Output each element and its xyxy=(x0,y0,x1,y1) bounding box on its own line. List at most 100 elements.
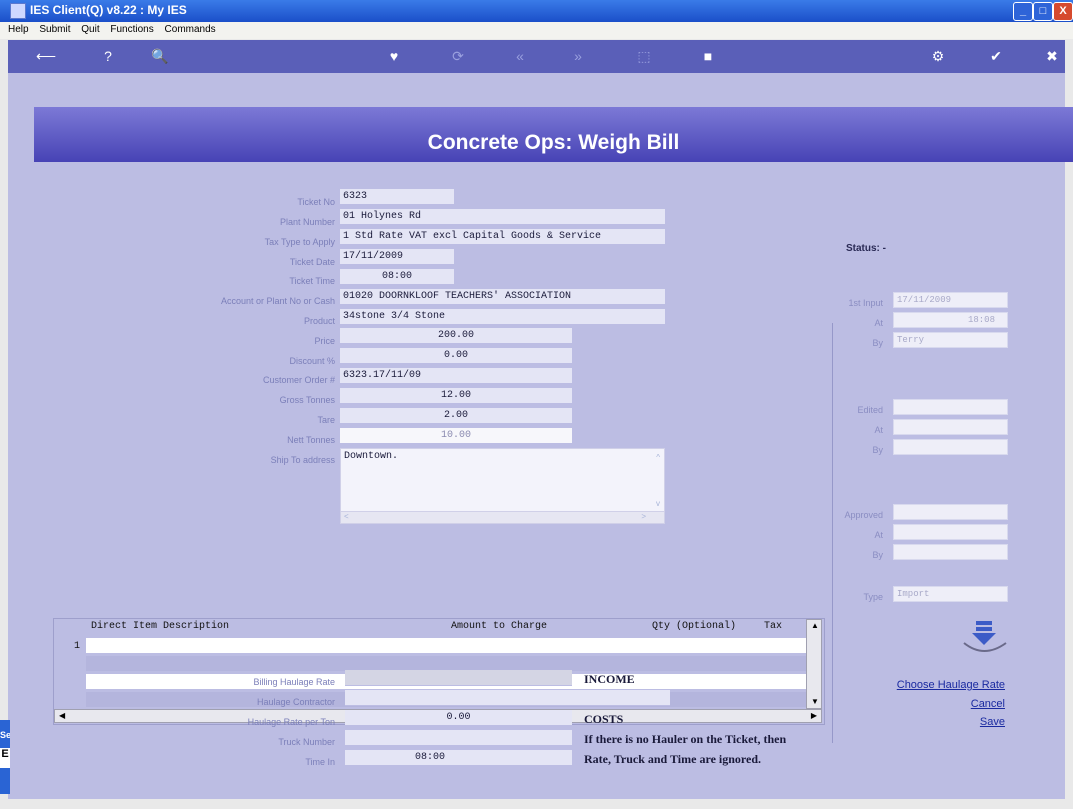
grid-vertical-scrollbar[interactable]: ▲ ▼ xyxy=(806,619,822,709)
maximize-button[interactable]: □ xyxy=(1033,2,1053,21)
haulage-contractor-field[interactable] xyxy=(345,690,670,706)
ticket-date-field[interactable]: 17/11/2009 xyxy=(340,249,454,265)
edited-by-field xyxy=(893,439,1008,455)
product-field[interactable]: 34stone 3/4 Stone xyxy=(340,309,665,325)
grid-scroll-right-icon[interactable]: ▶ xyxy=(811,711,817,720)
window-title: IES Client(Q) v8.22 : My IES xyxy=(30,3,187,17)
account-field[interactable]: 01020 DOORNKLOOF TEACHERS' ASSOCIATION xyxy=(340,289,665,305)
haulage-contractor-label: Haulage Contractor xyxy=(256,697,335,707)
favorite-icon[interactable]: ♥ xyxy=(384,48,404,64)
page-icon[interactable]: ⬚ xyxy=(634,48,654,64)
menu-functions[interactable]: Functions xyxy=(110,24,153,35)
ship-to-label: Ship To address xyxy=(270,455,335,465)
first-input-label: 1st Input xyxy=(848,298,883,308)
ticket-time-field[interactable]: 08:00 xyxy=(340,269,454,285)
plant-number-label: Plant Number xyxy=(279,217,335,227)
tare-field[interactable]: 2.00 xyxy=(340,408,572,424)
back-key-icon[interactable]: ⟵ xyxy=(36,48,56,64)
settings-icon[interactable]: ⚙ xyxy=(928,48,948,64)
approved-at-field xyxy=(893,524,1008,540)
billing-haulage-rate-label: Billing Haulage Rate xyxy=(253,677,335,687)
truck-number-field[interactable] xyxy=(345,730,572,746)
ticket-no-field[interactable]: 6323 xyxy=(340,189,454,205)
grid-header-description: Direct Item Description xyxy=(91,621,230,632)
side-tab-text: Se xyxy=(0,730,10,740)
grid-scroll-up-icon[interactable]: ▲ xyxy=(811,621,819,630)
plant-number-field[interactable]: 01 Holynes Rd xyxy=(340,209,665,225)
side-tab[interactable]: Se E xyxy=(0,720,10,794)
close-button[interactable]: X xyxy=(1053,2,1073,21)
side-tab-glyph: E xyxy=(0,748,10,768)
refresh-icon[interactable]: ⟳ xyxy=(448,48,468,64)
gross-tonnes-label: Gross Tonnes xyxy=(279,395,335,405)
edited-field xyxy=(893,399,1008,415)
grid-header-amount: Amount to Charge xyxy=(451,621,548,632)
menu-commands[interactable]: Commands xyxy=(165,24,216,35)
status-label: Status: - xyxy=(846,243,886,254)
ticket-time-label: Ticket Time xyxy=(289,276,335,286)
save-link[interactable]: Save xyxy=(845,716,1005,728)
haulage-rate-per-ton-field[interactable]: 0.00 xyxy=(345,710,572,726)
discount-label: Discount % xyxy=(289,356,335,366)
discount-field[interactable]: 0.00 xyxy=(340,348,572,364)
customer-order-label: Customer Order # xyxy=(262,375,335,385)
exit-icon[interactable]: ✖ xyxy=(1042,48,1062,64)
toolbar: ⟵ ? 🔍 ♥ ⟳ « » ⬚ ■ ⚙ ✔ ✖ xyxy=(8,40,1065,73)
menu-quit[interactable]: Quit xyxy=(81,24,99,35)
grid-scroll-down-icon[interactable]: ▼ xyxy=(811,697,819,706)
menu-bar: Help Submit Quit Functions Commands xyxy=(0,22,1073,39)
edited-by-label: By xyxy=(872,445,883,455)
customer-order-field[interactable]: 6323.17/11/09 xyxy=(340,368,572,384)
grid-row-number: 1 xyxy=(74,641,81,652)
truck-number-label: Truck Number xyxy=(278,737,335,747)
approved-label: Approved xyxy=(844,510,883,520)
horizontal-scrollbar[interactable]: < > xyxy=(341,511,664,523)
grid-row[interactable] xyxy=(86,656,822,671)
scroll-right-icon[interactable]: > xyxy=(641,512,646,521)
edited-at-label: At xyxy=(874,425,883,435)
approved-by-field xyxy=(893,544,1008,560)
first-input-by-field: Terry xyxy=(893,332,1008,348)
scroll-left-icon[interactable]: < xyxy=(344,512,349,521)
product-label: Product xyxy=(303,316,335,326)
next-icon[interactable]: » xyxy=(568,48,588,64)
nett-tonnes-label: Nett Tonnes xyxy=(287,435,335,445)
scroll-down-icon[interactable]: v xyxy=(656,499,660,508)
minimize-button[interactable]: _ xyxy=(1013,2,1033,21)
gross-tonnes-field[interactable]: 12.00 xyxy=(340,388,572,404)
first-input-at-label: At xyxy=(874,318,883,328)
help-icon[interactable]: ? xyxy=(98,48,118,64)
scroll-up-icon[interactable]: ^ xyxy=(656,453,660,462)
search-icon[interactable]: 🔍 xyxy=(150,48,170,64)
previous-icon[interactable]: « xyxy=(510,48,530,64)
page-header: Concrete Ops: Weigh Bill xyxy=(34,107,1073,162)
grid-header-tax: Tax xyxy=(764,621,783,632)
ship-to-textarea[interactable]: Downtown. ^ v < > xyxy=(340,448,665,524)
ticket-date-label: Ticket Date xyxy=(289,257,335,267)
choose-haulage-rate-link[interactable]: Choose Haulage Rate xyxy=(845,679,1005,691)
tax-type-field[interactable]: 1 Std Rate VAT excl Capital Goods & Serv… xyxy=(340,229,665,245)
income-heading: INCOME xyxy=(584,672,635,686)
download-icon[interactable] xyxy=(961,621,1011,661)
first-input-time-field: 18:08 xyxy=(893,312,1008,328)
page-title: Concrete Ops: Weigh Bill xyxy=(427,131,680,154)
approved-field xyxy=(893,504,1008,520)
stop-icon[interactable]: ■ xyxy=(698,48,718,64)
time-in-field[interactable]: 08:00 xyxy=(345,750,572,766)
time-in-label: Time In xyxy=(305,757,335,767)
menu-help[interactable]: Help xyxy=(8,24,29,35)
edited-at-field xyxy=(893,419,1008,435)
cancel-link[interactable]: Cancel xyxy=(845,698,1005,710)
price-field[interactable]: 200.00 xyxy=(340,328,572,344)
hauler-note-line1: If there is no Hauler on the Ticket, the… xyxy=(584,732,787,746)
tax-type-label: Tax Type to Apply xyxy=(264,237,335,247)
confirm-icon[interactable]: ✔ xyxy=(986,48,1006,64)
first-input-date-field: 17/11/2009 xyxy=(893,292,1008,308)
ticket-no-label: Ticket No xyxy=(297,197,335,207)
grid-row[interactable] xyxy=(86,638,822,653)
type-field: Import xyxy=(893,586,1008,602)
approved-at-label: At xyxy=(874,530,883,540)
billing-haulage-rate-field xyxy=(345,670,572,686)
app-icon xyxy=(10,3,26,19)
menu-submit[interactable]: Submit xyxy=(39,24,70,35)
